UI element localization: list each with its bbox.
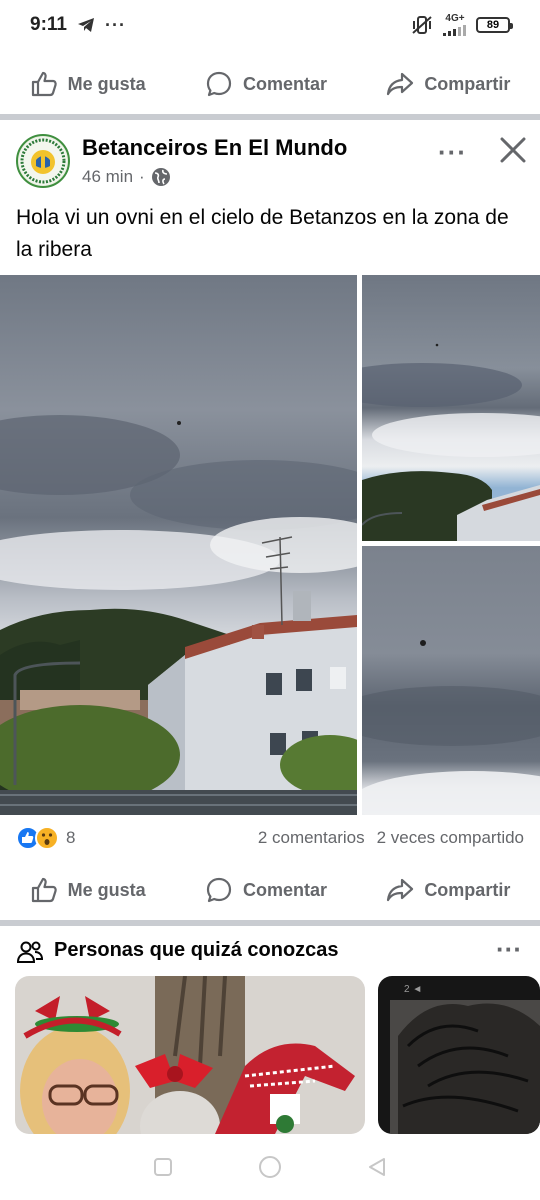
people-icon bbox=[16, 941, 44, 963]
suggestion-photo-1 bbox=[15, 976, 365, 1134]
post-action-bar: Me gusta Comentar Compartir bbox=[0, 860, 540, 920]
comment-label: Comentar bbox=[242, 73, 327, 94]
previous-post-action-bar: Me gusta Comentar Compartir bbox=[0, 54, 540, 114]
meta-separator: · bbox=[139, 167, 145, 186]
comment-bubble-icon bbox=[206, 71, 232, 97]
thumbs-up-icon bbox=[31, 71, 57, 97]
page-avatar[interactable] bbox=[16, 134, 70, 188]
recent-apps-button[interactable] bbox=[150, 1154, 176, 1180]
share-label: Compartir bbox=[424, 73, 511, 94]
globe-icon bbox=[151, 168, 170, 186]
pymk-header: Personas que quizá conozcas ··· bbox=[0, 928, 540, 974]
signal-icon bbox=[443, 25, 466, 36]
page-logo-image bbox=[19, 137, 67, 185]
comment-button[interactable]: Comentar bbox=[205, 70, 327, 98]
post-photo-bottom-right[interactable] bbox=[362, 546, 540, 815]
share-button[interactable]: Compartir bbox=[386, 70, 510, 98]
status-bar: 9:11 ··· 4G+ 89 bbox=[0, 0, 540, 50]
post-photo-main[interactable] bbox=[0, 275, 357, 815]
feed-divider bbox=[0, 114, 540, 120]
post-photo-top-right[interactable] bbox=[362, 275, 540, 541]
post-header: Betanceiros En El Mundo 46 min · ··· bbox=[0, 122, 540, 202]
sky-closeup-photo bbox=[362, 546, 540, 815]
post-text: Hola vi un ovni en el cielo de Betanzos … bbox=[16, 206, 509, 261]
svg-text:2 ◄: 2 ◄ bbox=[404, 984, 422, 995]
sky-trees-photo bbox=[362, 275, 540, 541]
battery-level: 89 bbox=[486, 19, 500, 31]
comments-count[interactable]: 2 comentarios bbox=[258, 828, 365, 848]
network-type: 4G+ bbox=[445, 13, 465, 24]
close-icon[interactable] bbox=[497, 134, 529, 166]
circle-icon bbox=[258, 1156, 281, 1178]
post-meta: 46 min · bbox=[82, 167, 171, 187]
sky-building-photo bbox=[0, 275, 357, 815]
suggestion-card-2[interactable]: 2 ◄ bbox=[378, 976, 540, 1134]
pymk-title: Personas que quizá conozcas bbox=[54, 939, 339, 961]
comment-bubble-icon bbox=[206, 877, 232, 903]
comment-button[interactable]: Comentar bbox=[205, 876, 327, 904]
telegram-icon bbox=[77, 18, 94, 32]
comment-label: Comentar bbox=[242, 879, 327, 900]
mute-vibrate-icon bbox=[412, 16, 432, 34]
reaction-count[interactable]: 8 bbox=[66, 828, 75, 848]
share-arrow-icon bbox=[387, 72, 414, 96]
share-button[interactable]: Compartir bbox=[386, 876, 510, 904]
feed-divider bbox=[0, 920, 540, 926]
more-notifications-icon: ··· bbox=[104, 14, 126, 35]
back-button[interactable] bbox=[364, 1154, 390, 1180]
status-time: 9:11 bbox=[30, 14, 67, 35]
triangle-back-icon bbox=[368, 1158, 385, 1176]
like-button[interactable]: Me gusta bbox=[30, 876, 146, 904]
post-stats: 2 comentarios 2 veces compartido bbox=[258, 828, 524, 848]
share-arrow-icon bbox=[387, 878, 414, 902]
battery-indicator: 89 bbox=[476, 17, 513, 33]
like-button[interactable]: Me gusta bbox=[30, 70, 146, 98]
system-nav-bar bbox=[0, 1134, 540, 1200]
shares-count[interactable]: 2 veces compartido bbox=[377, 828, 524, 848]
suggestion-photo-2: 2 ◄ bbox=[378, 976, 540, 1134]
share-label: Compartir bbox=[424, 879, 511, 900]
like-label: Me gusta bbox=[67, 879, 146, 900]
reactions-row: 8 2 comentarios 2 veces compartido bbox=[0, 820, 540, 856]
home-button[interactable] bbox=[257, 1154, 283, 1180]
reaction-icons[interactable] bbox=[16, 826, 66, 850]
signal-indicator: 4G+ bbox=[442, 14, 468, 36]
like-label: Me gusta bbox=[67, 73, 146, 94]
post-time[interactable]: 46 min bbox=[82, 167, 133, 187]
page-name[interactable]: Betanceiros En El Mundo bbox=[82, 135, 347, 161]
suggestion-card-1[interactable] bbox=[15, 976, 365, 1134]
square-icon bbox=[154, 1158, 173, 1176]
post-more-button[interactable]: ··· bbox=[438, 137, 467, 168]
pymk-more-button[interactable]: ··· bbox=[496, 934, 522, 965]
thumbs-up-icon bbox=[31, 877, 57, 903]
